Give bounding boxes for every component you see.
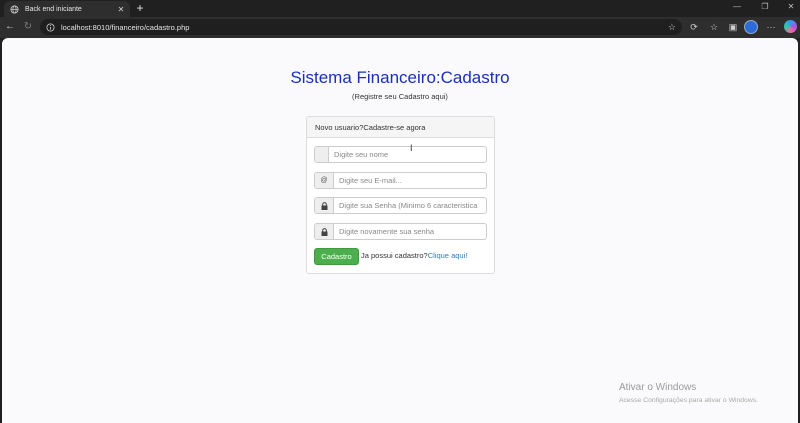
site-info-icon[interactable] xyxy=(46,22,55,32)
name-input-group xyxy=(314,146,487,163)
page-viewport: Sistema Financeiro:Cadastro (Registre se… xyxy=(2,38,798,423)
favorite-star-icon[interactable]: ☆ xyxy=(668,22,676,33)
back-icon[interactable]: ← xyxy=(4,21,16,33)
cadastro-button[interactable]: Cadastro xyxy=(314,248,359,265)
refresh-icon[interactable]: ↻ xyxy=(22,21,34,33)
name-input[interactable] xyxy=(329,147,486,162)
tab-title: Back end iniciante xyxy=(25,5,82,13)
new-tab-icon[interactable]: + xyxy=(134,1,146,15)
text-cursor-icon: I xyxy=(410,143,413,153)
browser-tab[interactable]: Back end iniciante ✕ xyxy=(4,1,130,17)
windows-activation-title: Ativar o Windows xyxy=(619,382,697,393)
copilot-icon[interactable] xyxy=(784,20,797,33)
login-prompt: Ja possui cadastro?Clique aqui! xyxy=(361,251,467,260)
page-title: Sistema Financeiro:Cadastro xyxy=(290,68,510,87)
lock-icon xyxy=(315,224,334,239)
page-subtitle: (Registre seu Cadastro aqui) xyxy=(352,92,448,101)
password-input-group xyxy=(314,197,487,214)
register-panel: Novo usuario?Cadastre-se agora @ xyxy=(306,116,495,274)
lock-icon xyxy=(315,198,334,213)
browser-tab-strip: Back end iniciante ✕ + — ❐ ✕ xyxy=(0,0,800,17)
collections-icon[interactable]: ▣ xyxy=(727,21,739,33)
address-bar[interactable]: localhost:8010/financeiro/cadastro.php ☆ xyxy=(40,19,682,35)
maximize-icon[interactable]: ❐ xyxy=(760,2,770,11)
globe-icon xyxy=(10,4,19,14)
url-text: localhost:8010/financeiro/cadastro.php xyxy=(61,22,190,32)
email-input[interactable] xyxy=(334,173,486,188)
windows-activation-subtitle: Acesse Configurações para ativar o Windo… xyxy=(619,397,759,404)
browser-toolbar: ← ↻ localhost:8010/financeiro/cadastro.p… xyxy=(0,17,800,38)
user-icon xyxy=(315,147,329,162)
email-input-group: @ xyxy=(314,172,487,189)
login-link[interactable]: Clique aqui! xyxy=(428,251,468,260)
extensions-icon[interactable]: ⟳ xyxy=(688,21,700,33)
password-confirm-input-group xyxy=(314,223,487,240)
password-confirm-input[interactable] xyxy=(334,224,486,239)
close-tab-icon[interactable]: ✕ xyxy=(116,5,126,14)
minimize-icon[interactable]: — xyxy=(732,2,742,11)
close-window-icon[interactable]: ✕ xyxy=(786,2,796,11)
profile-avatar-icon[interactable] xyxy=(744,20,758,34)
at-sign-icon: @ xyxy=(315,173,334,188)
more-options-icon[interactable]: ··· xyxy=(765,21,777,33)
login-prompt-text: Ja possui cadastro? xyxy=(361,251,428,260)
password-input[interactable] xyxy=(334,198,486,213)
panel-heading: Novo usuario?Cadastre-se agora xyxy=(307,117,494,138)
favorites-icon[interactable]: ☆ xyxy=(708,21,720,33)
